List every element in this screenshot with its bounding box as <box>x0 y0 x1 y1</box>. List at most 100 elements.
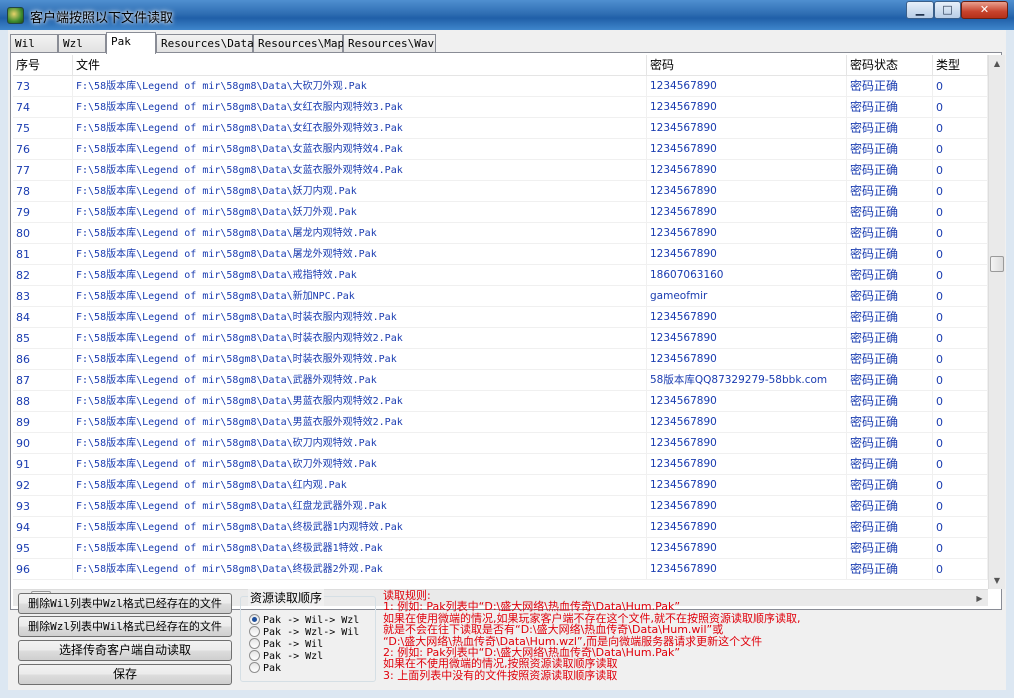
radio-icon[interactable] <box>249 662 260 673</box>
table-row[interactable]: 76 F:\58版本库\Legend of mir\58gm8\Data\女蓝衣服… <box>13 139 988 160</box>
row-password: 1234567890 <box>647 496 847 517</box>
table-row[interactable]: 84 F:\58版本库\Legend of mir\58gm8\Data\时装衣服… <box>13 307 988 328</box>
row-file-path: F:\58版本库\Legend of mir\58gm8\Data\时装衣服内观… <box>73 307 647 328</box>
pak-tab-panel: 序号 文件 密码 密码状态 类型 73 F:\58版本库\Legend of mi… <box>10 52 1005 610</box>
row-index: 95 <box>13 538 73 559</box>
row-password-status: 密码正确 <box>847 265 933 286</box>
table-row[interactable]: 83 F:\58版本库\Legend of mir\58gm8\Data\新加NP… <box>13 286 988 307</box>
row-index: 80 <box>13 223 73 244</box>
row-password: 1234567890 <box>647 538 847 559</box>
tab-wzl[interactable]: Wzl <box>58 34 106 53</box>
row-index: 96 <box>13 559 73 580</box>
table-row[interactable]: 89 F:\58版本库\Legend of mir\58gm8\Data\男蓝衣服… <box>13 412 988 433</box>
header-status[interactable]: 密码状态 <box>847 55 933 76</box>
table-row[interactable]: 85 F:\58版本库\Legend of mir\58gm8\Data\时装衣服… <box>13 328 988 349</box>
row-password: 1234567890 <box>647 328 847 349</box>
scroll-up-icon[interactable]: ▲ <box>989 55 1005 72</box>
tab-resources-wav[interactable]: Resources\Wav <box>343 34 436 53</box>
rules-line: 3: 上面列表中没有的文件按照资源读取顺序读取 <box>383 668 618 682</box>
row-password-status: 密码正确 <box>847 160 933 181</box>
file-table[interactable]: 序号 文件 密码 密码状态 类型 73 F:\58版本库\Legend of mi… <box>13 55 988 589</box>
row-index: 77 <box>13 160 73 181</box>
row-type: 0 <box>933 328 988 349</box>
header-index[interactable]: 序号 <box>13 55 73 76</box>
table-row[interactable]: 95 F:\58版本库\Legend of mir\58gm8\Data\终极武器… <box>13 538 988 559</box>
tab-resources-map[interactable]: Resources\Map <box>253 34 344 53</box>
radio-selected-icon[interactable] <box>249 614 260 625</box>
tab-pak[interactable]: Pak <box>106 32 156 54</box>
table-row[interactable]: 86 F:\58版本库\Legend of mir\58gm8\Data\时装衣服… <box>13 349 988 370</box>
table-row[interactable]: 73 F:\58版本库\Legend of mir\58gm8\Data\大砍刀外… <box>13 76 988 97</box>
header-password[interactable]: 密码 <box>647 55 847 76</box>
load-order-option[interactable]: Pak <box>249 662 281 675</box>
table-row[interactable]: 82 F:\58版本库\Legend of mir\58gm8\Data\戒指特效… <box>13 265 988 286</box>
row-file-path: F:\58版本库\Legend of mir\58gm8\Data\终极武器1内… <box>73 517 647 538</box>
delete-wzl-duplicates-button[interactable]: 删除Wzl列表中Wil格式已经存在的文件 <box>18 616 232 637</box>
row-file-path: F:\58版本库\Legend of mir\58gm8\Data\屠龙内观特效… <box>73 223 647 244</box>
table-row[interactable]: 81 F:\58版本库\Legend of mir\58gm8\Data\屠龙外观… <box>13 244 988 265</box>
header-file[interactable]: 文件 <box>73 55 647 76</box>
vertical-scrollbar[interactable]: ▲ ▼ <box>988 55 1005 589</box>
row-file-path: F:\58版本库\Legend of mir\58gm8\Data\女蓝衣服外观… <box>73 160 647 181</box>
row-password-status: 密码正确 <box>847 286 933 307</box>
header-type[interactable]: 类型 <box>933 55 988 76</box>
vertical-scroll-thumb[interactable] <box>990 256 1004 272</box>
row-index: 73 <box>13 76 73 97</box>
table-row[interactable]: 94 F:\58版本库\Legend of mir\58gm8\Data\终极武器… <box>13 517 988 538</box>
table-row[interactable]: 96 F:\58版本库\Legend of mir\58gm8\Data\终极武器… <box>13 559 988 580</box>
tab-resources-data[interactable]: Resources\Data <box>156 34 254 53</box>
row-index: 91 <box>13 454 73 475</box>
table-row[interactable]: 93 F:\58版本库\Legend of mir\58gm8\Data\红盘龙武… <box>13 496 988 517</box>
row-index: 76 <box>13 139 73 160</box>
close-button[interactable]: ✕ <box>961 1 1008 19</box>
row-password-status: 密码正确 <box>847 181 933 202</box>
row-type: 0 <box>933 496 988 517</box>
row-password-status: 密码正确 <box>847 433 933 454</box>
title-bar[interactable]: 客户端按照以下文件读取 ▁ □ ✕ <box>0 0 1014 30</box>
table-row[interactable]: 75 F:\58版本库\Legend of mir\58gm8\Data\女红衣服… <box>13 118 988 139</box>
row-password: 1234567890 <box>647 349 847 370</box>
row-type: 0 <box>933 370 988 391</box>
row-index: 84 <box>13 307 73 328</box>
row-index: 79 <box>13 202 73 223</box>
save-button[interactable]: 保存 <box>18 664 232 685</box>
row-password-status: 密码正确 <box>847 307 933 328</box>
tab-wil[interactable]: Wil <box>10 34 58 53</box>
row-password-status: 密码正确 <box>847 517 933 538</box>
row-password-status: 密码正确 <box>847 475 933 496</box>
row-type: 0 <box>933 202 988 223</box>
radio-icon[interactable] <box>249 626 260 637</box>
table-row[interactable]: 92 F:\58版本库\Legend of mir\58gm8\Data\红内观.… <box>13 475 988 496</box>
minimize-button[interactable]: ▁ <box>906 1 934 19</box>
table-row[interactable]: 80 F:\58版本库\Legend of mir\58gm8\Data\屠龙内观… <box>13 223 988 244</box>
table-row[interactable]: 90 F:\58版本库\Legend of mir\58gm8\Data\砍刀内观… <box>13 433 988 454</box>
table-row[interactable]: 87 F:\58版本库\Legend of mir\58gm8\Data\武器外观… <box>13 370 988 391</box>
row-password-status: 密码正确 <box>847 202 933 223</box>
table-row[interactable]: 79 F:\58版本库\Legend of mir\58gm8\Data\妖刀外观… <box>13 202 988 223</box>
radio-icon[interactable] <box>249 638 260 649</box>
row-file-path: F:\58版本库\Legend of mir\58gm8\Data\红盘龙武器外… <box>73 496 647 517</box>
table-row[interactable]: 78 F:\58版本库\Legend of mir\58gm8\Data\妖刀内观… <box>13 181 988 202</box>
row-index: 81 <box>13 244 73 265</box>
table-row[interactable]: 91 F:\58版本库\Legend of mir\58gm8\Data\砍刀外观… <box>13 454 988 475</box>
row-type: 0 <box>933 349 988 370</box>
row-password: 1234567890 <box>647 454 847 475</box>
row-password: 1234567890 <box>647 433 847 454</box>
row-file-path: F:\58版本库\Legend of mir\58gm8\Data\女蓝衣服内观… <box>73 139 647 160</box>
window-title: 客户端按照以下文件读取 <box>30 11 174 26</box>
row-file-path: F:\58版本库\Legend of mir\58gm8\Data\妖刀外观.P… <box>73 202 647 223</box>
row-index: 90 <box>13 433 73 454</box>
row-type: 0 <box>933 139 988 160</box>
row-type: 0 <box>933 223 988 244</box>
row-index: 87 <box>13 370 73 391</box>
row-password-status: 密码正确 <box>847 97 933 118</box>
maximize-button[interactable]: □ <box>934 1 961 19</box>
delete-wil-duplicates-button[interactable]: 删除Wil列表中Wzl格式已经存在的文件 <box>18 593 232 614</box>
table-row[interactable]: 88 F:\58版本库\Legend of mir\58gm8\Data\男蓝衣服… <box>13 391 988 412</box>
table-row[interactable]: 74 F:\58版本库\Legend of mir\58gm8\Data\女红衣服… <box>13 97 988 118</box>
row-file-path: F:\58版本库\Legend of mir\58gm8\Data\红内观.Pa… <box>73 475 647 496</box>
scroll-down-icon[interactable]: ▼ <box>989 572 1005 589</box>
select-client-button[interactable]: 选择传奇客户端自动读取 <box>18 640 232 661</box>
radio-icon[interactable] <box>249 650 260 661</box>
table-row[interactable]: 77 F:\58版本库\Legend of mir\58gm8\Data\女蓝衣服… <box>13 160 988 181</box>
